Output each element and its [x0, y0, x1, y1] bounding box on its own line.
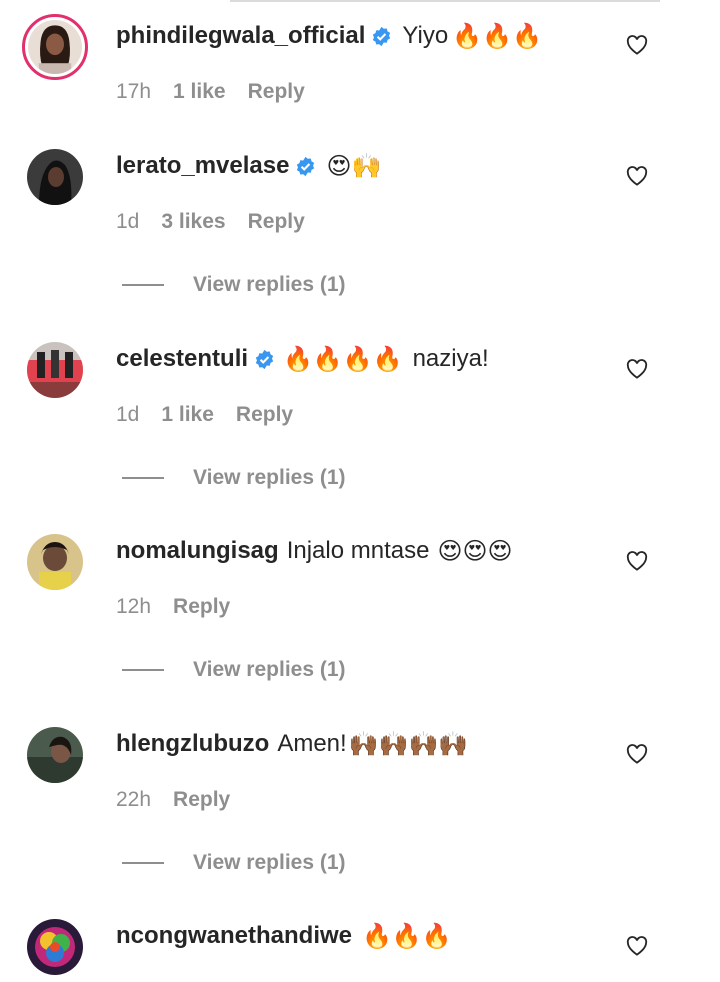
- avatar[interactable]: [27, 534, 83, 590]
- heart-outline-icon[interactable]: [626, 166, 648, 186]
- comment-item: hlengzlubuzo Amen! 🙌🏾🙌🏾🙌🏾🙌🏾 22h Reply Vi…: [0, 708, 720, 893]
- comment-meta: 12h Reply: [116, 595, 252, 619]
- comment-username[interactable]: phindilegwala_official: [116, 22, 365, 50]
- comment-emoji: 🔥🔥🔥🔥: [283, 345, 403, 373]
- comment-username[interactable]: ncongwanethandiwe: [116, 922, 352, 950]
- comment-time: 17h: [116, 80, 152, 103]
- heart-outline-icon[interactable]: [626, 551, 648, 571]
- comment-text: naziya!: [412, 345, 489, 372]
- like-count[interactable]: 3 likes: [161, 210, 225, 234]
- heart-outline-icon[interactable]: [626, 936, 648, 956]
- comment-text: Injalo mntase: [286, 537, 430, 564]
- comment-emoji: 🔥🔥🔥: [452, 22, 542, 50]
- like-count[interactable]: 1 like: [161, 403, 214, 427]
- comment-line: celestentuli 🔥🔥🔥🔥 naziya!: [116, 345, 489, 373]
- replies-dash: [122, 284, 164, 286]
- comment-username[interactable]: lerato_mvelase: [116, 152, 289, 180]
- comment-meta: 1d 1 like Reply: [116, 403, 315, 427]
- comment-line: nomalungisag Injalo mntase 😍😍😍: [116, 537, 513, 565]
- avatar[interactable]: [27, 919, 83, 975]
- comment-time: 22h: [116, 788, 152, 811]
- avatar[interactable]: [27, 149, 83, 205]
- comment-text: Amen!: [277, 730, 347, 757]
- replies-dash: [122, 862, 164, 864]
- verified-badge-icon: [371, 26, 392, 47]
- view-replies-label: View replies (1): [193, 466, 346, 489]
- avatar[interactable]: [27, 342, 83, 398]
- comment-meta: 17h 1 like Reply: [116, 80, 327, 104]
- reply-button[interactable]: Reply: [248, 80, 305, 104]
- comment-meta: 22h Reply: [116, 788, 252, 812]
- comment-item: celestentuli 🔥🔥🔥🔥 naziya! 1d 1 like Repl…: [0, 323, 720, 508]
- verified-badge-icon: [254, 349, 275, 370]
- avatar[interactable]: [27, 727, 83, 783]
- comment-line: hlengzlubuzo Amen! 🙌🏾🙌🏾🙌🏾🙌🏾: [116, 730, 468, 758]
- comment-emoji: 😍🙌: [326, 152, 382, 180]
- comment-username[interactable]: nomalungisag: [116, 537, 279, 565]
- comment-line: ncongwanethandiwe 🔥🔥🔥: [116, 922, 452, 950]
- avatar[interactable]: [22, 14, 88, 80]
- like-count[interactable]: 1 like: [173, 80, 226, 104]
- comment-text: Yiyo: [402, 22, 449, 49]
- reply-button[interactable]: Reply: [248, 210, 305, 234]
- comment-username[interactable]: hlengzlubuzo: [116, 730, 269, 758]
- view-replies-label: View replies (1): [193, 658, 346, 681]
- comment-time: 1d: [116, 210, 140, 233]
- heart-outline-icon[interactable]: [626, 35, 648, 55]
- comment-username[interactable]: celestentuli: [116, 345, 248, 373]
- reply-button[interactable]: Reply: [173, 788, 230, 812]
- comment-time: 12h: [116, 595, 152, 618]
- view-replies-button[interactable]: View replies (1): [122, 273, 346, 297]
- replies-dash: [122, 477, 164, 479]
- view-replies-button[interactable]: View replies (1): [122, 466, 346, 490]
- reply-button[interactable]: Reply: [173, 595, 230, 619]
- view-replies-button[interactable]: View replies (1): [122, 851, 346, 875]
- replies-dash: [122, 669, 164, 671]
- comment-emoji: 🙌🏾🙌🏾🙌🏾🙌🏾: [348, 730, 469, 758]
- comment-item: nomalungisag Injalo mntase 😍😍😍 12h Reply…: [0, 515, 720, 700]
- comment-meta: 1d 3 likes Reply: [116, 210, 327, 234]
- heart-outline-icon[interactable]: [626, 744, 648, 764]
- comment-emoji: 🔥🔥🔥: [362, 922, 452, 950]
- comment-line: phindilegwala_official Yiyo 🔥🔥🔥: [116, 22, 542, 50]
- comment-time: 1d: [116, 403, 140, 426]
- comment-item: ncongwanethandiwe 🔥🔥🔥: [0, 900, 720, 982]
- comment-emoji: 😍😍😍: [437, 537, 513, 565]
- heart-outline-icon[interactable]: [626, 359, 648, 379]
- reply-button[interactable]: Reply: [236, 403, 293, 427]
- view-replies-label: View replies (1): [193, 273, 346, 296]
- comment-item: phindilegwala_official Yiyo 🔥🔥🔥 17h 1 li…: [0, 0, 720, 130]
- comment-line: lerato_mvelase 😍🙌: [116, 152, 381, 180]
- comment-item: lerato_mvelase 😍🙌 1d 3 likes Reply View …: [0, 130, 720, 315]
- view-replies-label: View replies (1): [193, 851, 346, 874]
- verified-badge-icon: [295, 156, 316, 177]
- view-replies-button[interactable]: View replies (1): [122, 658, 346, 682]
